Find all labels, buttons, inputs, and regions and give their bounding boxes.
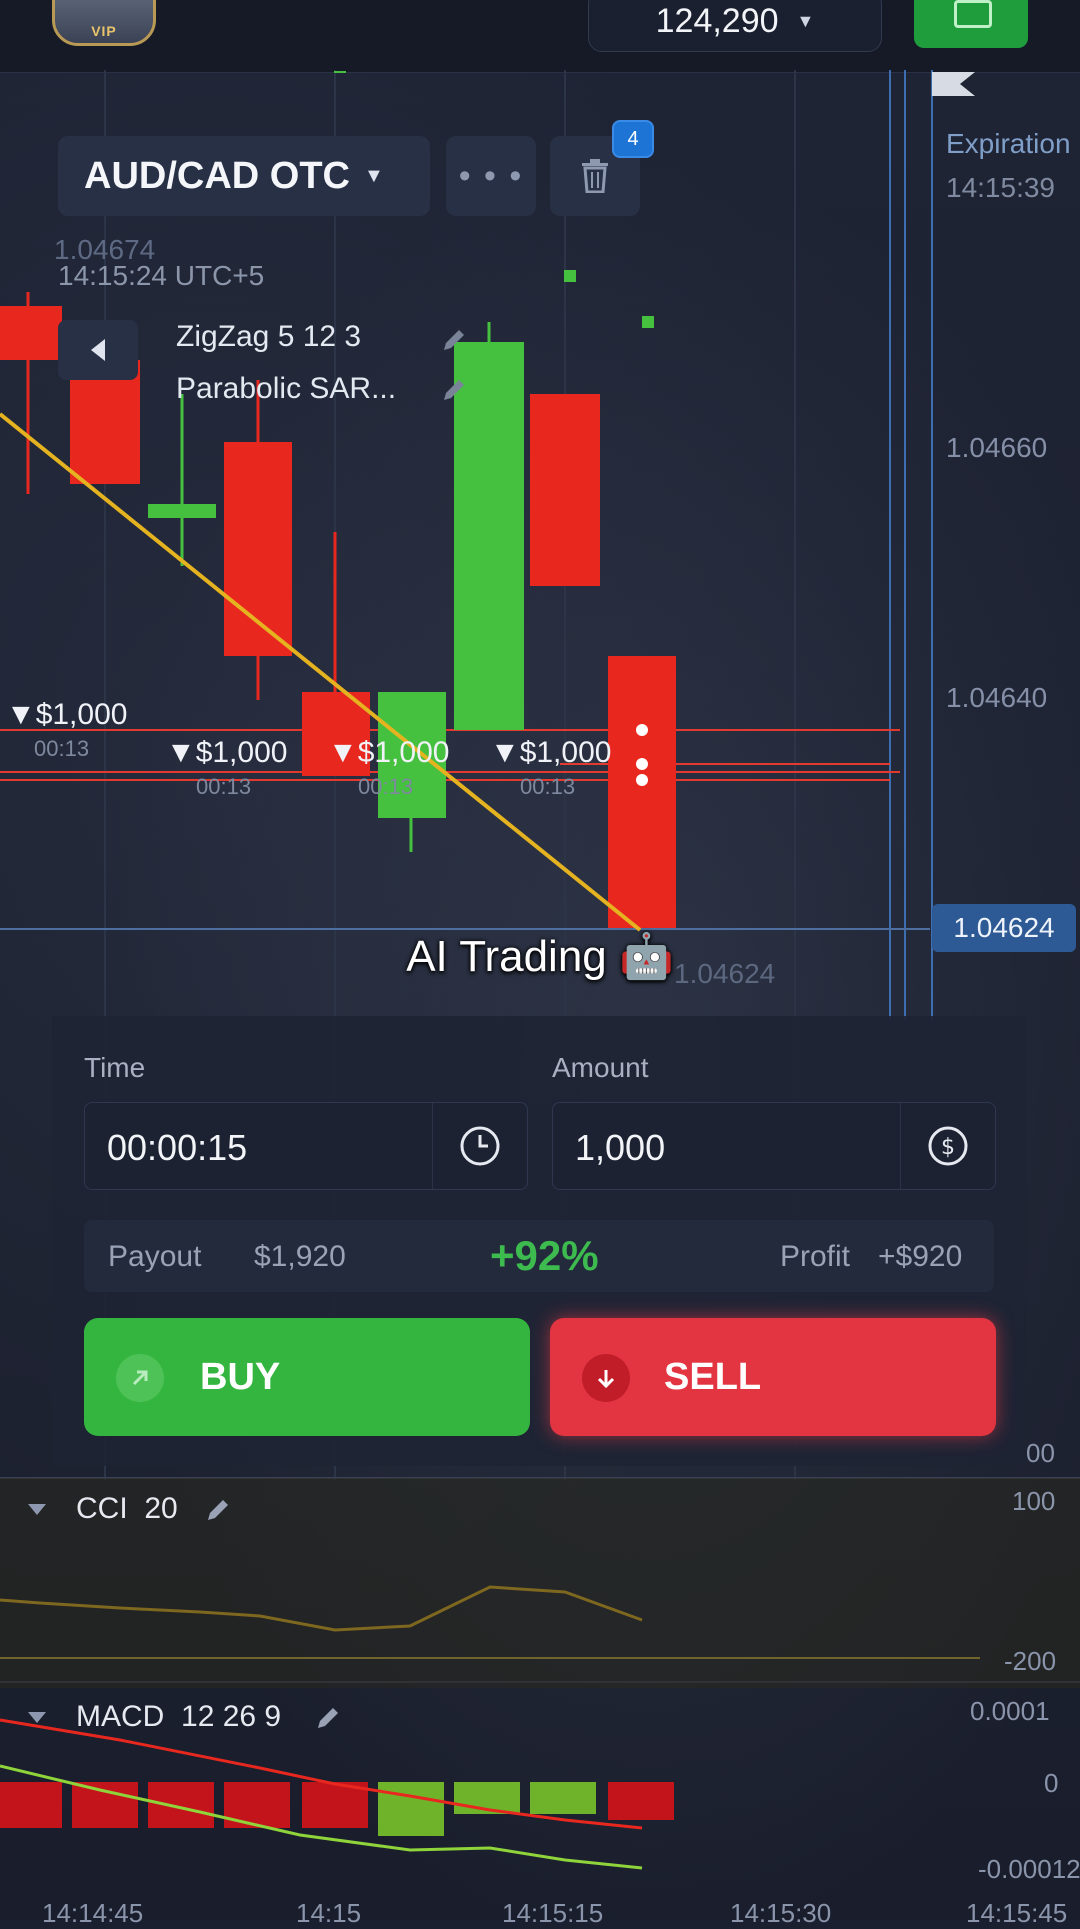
chart-timestamp: 14:15:24 UTC+5 — [58, 260, 265, 291]
candle — [0, 306, 62, 360]
balance-selector[interactable]: 124,290 ▼ — [588, 0, 882, 52]
bet-time-label: 00:13 — [520, 774, 576, 799]
expiration-label: Expiration — [946, 128, 1071, 159]
time-axis-label: 14:15 — [296, 1898, 362, 1928]
time-field[interactable]: 00:00:15 — [84, 1102, 528, 1190]
arrow-down-icon — [582, 1354, 630, 1402]
edit-pencil-icon[interactable] — [314, 1704, 342, 1737]
expiration-flag-icon — [932, 72, 975, 96]
macd-title[interactable]: MACD 12 26 9 — [76, 1700, 281, 1734]
time-value: 00:00:15 — [107, 1127, 248, 1168]
buy-label: BUY — [200, 1356, 281, 1398]
payout-percent: +92% — [490, 1232, 599, 1279]
edit-pencil-icon[interactable] — [440, 326, 468, 359]
sell-label: SELL — [664, 1356, 762, 1398]
sar-dot — [642, 316, 654, 328]
video-caption: AI Trading 🤖 — [406, 932, 674, 981]
macd-axis-label: 0.0001 — [970, 1696, 1050, 1726]
chevron-down-icon: ▼ — [796, 10, 815, 31]
bet-amount-label[interactable]: ▼$1,000 — [490, 736, 611, 770]
price-axis-label: 1.04660 — [946, 432, 1048, 463]
svg-text:$: $ — [941, 1135, 955, 1160]
cci-name: CCI — [76, 1492, 128, 1525]
drawings-count-badge: 4 — [612, 120, 654, 158]
asset-selector[interactable]: AUD/CAD OTC ▼ — [58, 136, 430, 216]
amount-label: Amount — [552, 1052, 649, 1083]
price-axis-label: 1.04640 — [946, 682, 1048, 713]
time-label: Time — [84, 1052, 146, 1083]
candle — [530, 394, 600, 586]
cci-axis-label: -200 — [1004, 1646, 1057, 1676]
amount-field[interactable]: 1,000 $ — [552, 1102, 996, 1190]
payout-info: Payout $1,920 +92% Profit +$920 — [84, 1220, 994, 1292]
expiration-time: 14:15:39 — [946, 172, 1055, 203]
bet-time-label: 00:13 — [358, 774, 414, 799]
vip-badge-icon[interactable]: VIP — [52, 0, 156, 46]
collapse-indicators-button[interactable] — [58, 320, 138, 380]
bet-amount-label[interactable]: ▼$1,000 — [6, 698, 127, 732]
cci-period: 20 — [144, 1492, 178, 1525]
vip-label: VIP — [91, 23, 117, 39]
more-dots-icon: • • • — [458, 156, 524, 195]
candle — [148, 504, 216, 518]
macd-name: MACD — [76, 1700, 165, 1733]
payout-label: Payout — [108, 1240, 202, 1273]
bet-amount-label[interactable]: ▼$1,000 — [328, 736, 449, 770]
bet-time-label: 00:13 — [34, 736, 90, 761]
chevron-down-icon: ▼ — [363, 164, 384, 187]
macd-params: 12 26 9 — [181, 1700, 282, 1733]
wallet-button[interactable] — [914, 0, 1028, 48]
more-options-button[interactable]: • • • — [446, 136, 536, 216]
amount-value: 1,000 — [575, 1127, 666, 1168]
payout-value: $1,920 — [254, 1240, 346, 1273]
asset-name: AUD/CAD OTC — [84, 154, 350, 197]
bet-marker-dot — [636, 758, 648, 770]
dollar-icon[interactable]: $ — [900, 1103, 995, 1189]
profit-value: +$920 — [878, 1240, 963, 1273]
indicator-parabolic-sar[interactable]: Parabolic SAR... — [176, 372, 396, 406]
bet-marker-dot — [636, 774, 648, 786]
bet-time-label: 00:13 — [196, 774, 252, 799]
profit-label: Profit — [780, 1240, 851, 1273]
time-axis-label: 14:15:15 — [502, 1898, 604, 1928]
bet-marker-dot — [636, 724, 648, 736]
macd-axis-label: 0 — [1044, 1768, 1059, 1798]
collapse-triangle-icon[interactable] — [28, 1712, 46, 1723]
candle — [608, 656, 676, 928]
collapse-triangle-icon[interactable] — [28, 1504, 46, 1515]
clock-icon[interactable] — [432, 1103, 527, 1189]
bet-amount-label[interactable]: ▼$1,000 — [166, 736, 287, 770]
arrow-up-right-icon — [116, 1354, 164, 1402]
buy-button[interactable]: BUY — [84, 1318, 530, 1436]
macd-axis-label: -0.00012 — [978, 1854, 1080, 1884]
trash-icon — [582, 159, 608, 193]
time-axis-label: 14:14:45 — [42, 1898, 144, 1928]
sar-dot — [564, 270, 576, 282]
sell-button[interactable]: SELL — [550, 1318, 996, 1436]
edit-pencil-icon[interactable] — [440, 376, 468, 409]
time-axis-label: 14:15:45 — [966, 1898, 1068, 1928]
indicator-zigzag[interactable]: ZigZag 5 12 3 — [176, 320, 361, 354]
cci-axis-label: 100 — [1012, 1486, 1056, 1516]
cci-axis-label: 00 — [1026, 1438, 1055, 1468]
cci-title[interactable]: CCI 20 — [76, 1492, 178, 1526]
time-axis-label: 14:15:30 — [730, 1898, 832, 1928]
balance-value: 124,290 — [655, 1, 779, 40]
edit-pencil-icon[interactable] — [204, 1496, 232, 1529]
